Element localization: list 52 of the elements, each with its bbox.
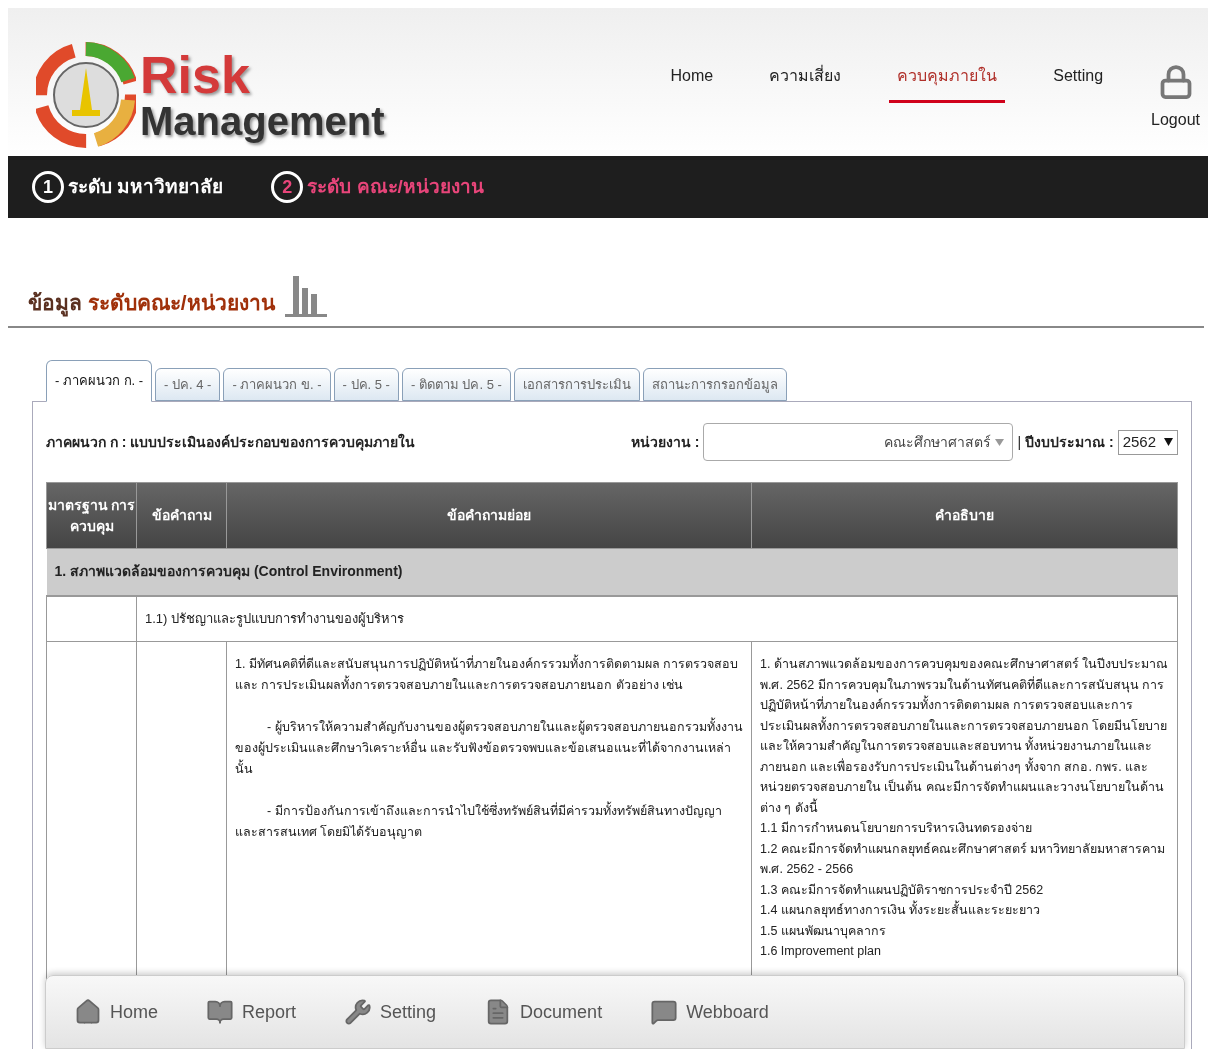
toolbar-button[interactable]: Setting	[344, 998, 437, 1026]
description-item: 1.4 แผนกลยุทธ์ทางการเงิน ทั้งระยะสั้นและระยะยาว	[760, 900, 1169, 921]
logo-title: Risk	[140, 49, 251, 101]
tab[interactable]: - ปค. 5 -	[333, 368, 399, 401]
nav-link[interactable]: ควบคุมภายใน	[889, 64, 1006, 103]
toolbar-button[interactable]: Webboard	[650, 998, 769, 1026]
bar-chart-icon	[282, 274, 329, 318]
tab[interactable]: - ภาคผนวก ก. -	[46, 360, 153, 402]
column-header: มาตรฐาน การควบคุม	[46, 482, 137, 549]
section-row: 1. สภาพแวดล้อมของการควบคุม (Control Environment)	[46, 548, 1178, 596]
description-item: 1.5 แผนพัฒนาบุคลากร	[760, 922, 887, 941]
question-text: - มีการป้องกันการเข้าถึงและการนำไปใช้ซึ่งทรัพย์สินที่มีค่ารวมทั้งทรัพย์สินทางปัญญา และสารสนเทศ โดยมิได้รับอนุญาต	[235, 801, 743, 843]
separator: |	[1017, 432, 1022, 452]
question-text: 1. มีทัศนคติที่ดีและสนับสนุนการปฏิบัติหน้าที่ภายในองค์กรรวมทั้งการติดตามผล การตรวจสอบ และ การประเมินผลทั้งการตรวจสอบภายในและการตรวจสอบภายนอก ตัวอย่าง เช่น	[235, 654, 743, 696]
nav-link[interactable]: Home	[662, 64, 722, 103]
description-item: 1.3 คณะมีการจัดทำแผนปฏิบัติราชการประจำปี 2562	[760, 881, 1045, 899]
toolbar-button[interactable]: Report	[206, 998, 297, 1026]
year-label: ปีงบประมาณ :	[1025, 432, 1114, 452]
tab[interactable]: - ปค. 4 -	[155, 368, 221, 401]
caret-icon	[1164, 438, 1173, 446]
description-text: 1. ด้านสภาพแวดล้อมของการควบคุมของคณะศึกษาศาสตร์ ในปีงบประมาณ พ.ศ. 2562 มีการควบคุมในภาพรวมในด้านทัศนคติที่ดีและการสนับสนุน การปฏิบัติหน้าที่ภายในองค์กรรวมทั้งการติดตามผล การตรวจสอบและการประเมินผลทั้งการตรวจสอบภายในและการตรวจสอบภายนอก โดยมีนโยบายและให้ความสำคัญในการตรวจสอบและสอบทาน ทั้งหน่วยงานภายในและภายนอก และเพื่อรองรับการประเมินในด้านต่างๆ ทั้งจาก สกอ. กพร. และหน่วยตรวจสอบภายใน เป็นต้น คณะมีการจัดทำแผนและวางนโยบายในด้านต่าง ๆ ดังนี้	[760, 656, 1169, 817]
page-heading: ข้อมูล ระดับคณะ/หน่วยงาน	[28, 286, 275, 318]
level-tab[interactable]: 2 ระดับ คณะ/หน่วยงาน	[271, 171, 484, 203]
description-item: 1.6 Improvement plan	[760, 943, 882, 960]
logout-button[interactable]: Logout	[1151, 8, 1200, 132]
tab[interactable]: เอกสารการประเมิน	[513, 368, 640, 401]
nav-link[interactable]: ความเสี่ยง	[761, 64, 850, 103]
toolbar-button[interactable]: Document	[484, 998, 603, 1026]
tab[interactable]: - ภาคผนวก ข. -	[223, 368, 331, 401]
table-cell: 1.1) ปรัชญาและรูปแบบการทำงานของผู้บริหาร	[136, 595, 1178, 642]
unit-select[interactable]: คณะศึกษาศาสตร์	[703, 423, 1014, 461]
caret-icon	[995, 438, 1005, 446]
book-icon	[206, 998, 234, 1026]
logo-emblem-icon	[36, 40, 136, 150]
column-header: ข้อคำถาม	[136, 482, 227, 549]
chat-icon	[650, 998, 679, 1026]
year-select[interactable]: 2562	[1117, 429, 1178, 455]
unit-label: หน่วยงาน :	[630, 432, 700, 452]
logo-subtitle: Management	[140, 101, 385, 141]
question-text: - ผู้บริหารให้ความสำคัญกับงานของผู้ตรวจสอบภายในและผู้ตรวจสอบภายนอกรวมทั้งงานของผู้ประเมินและศึกษาวิเคราะห์อื่น และรับฟังข้อตรวจพบและข้อเสนอแนะที่ได้จากงานเหล่านั้น	[235, 717, 743, 780]
toolbar-button[interactable]: Home	[74, 998, 158, 1026]
description-item: 1.1 มีการกำหนดนโยบายการบริหารเงินทดรองจ่าย	[760, 820, 1033, 837]
wrench-icon	[344, 998, 373, 1026]
home-icon	[74, 998, 102, 1026]
tab[interactable]: สถานะการกรอกข้อมูล	[642, 368, 787, 401]
form-title: ภาคผนวก ก : แบบประเมินองค์ประกอบของการควบคุมภายใน	[46, 432, 416, 453]
description-item: 1.2 คณะมีการจัดทำแผนกลยุทธ์คณะศึกษาศาสตร์ มหาวิทยาลัยมหาสารคาม พ.ศ. 2562 - 2566	[760, 840, 1167, 878]
column-header: คำอธิบาย	[751, 482, 1178, 549]
tab[interactable]: - ติดตาม ปค. 5 -	[401, 368, 511, 401]
level-tab[interactable]: 1 ระดับ มหาวิทยาลัย	[32, 171, 224, 203]
nav-link[interactable]: Setting	[1045, 64, 1112, 103]
column-header: ข้อคำถามย่อย	[226, 482, 752, 549]
